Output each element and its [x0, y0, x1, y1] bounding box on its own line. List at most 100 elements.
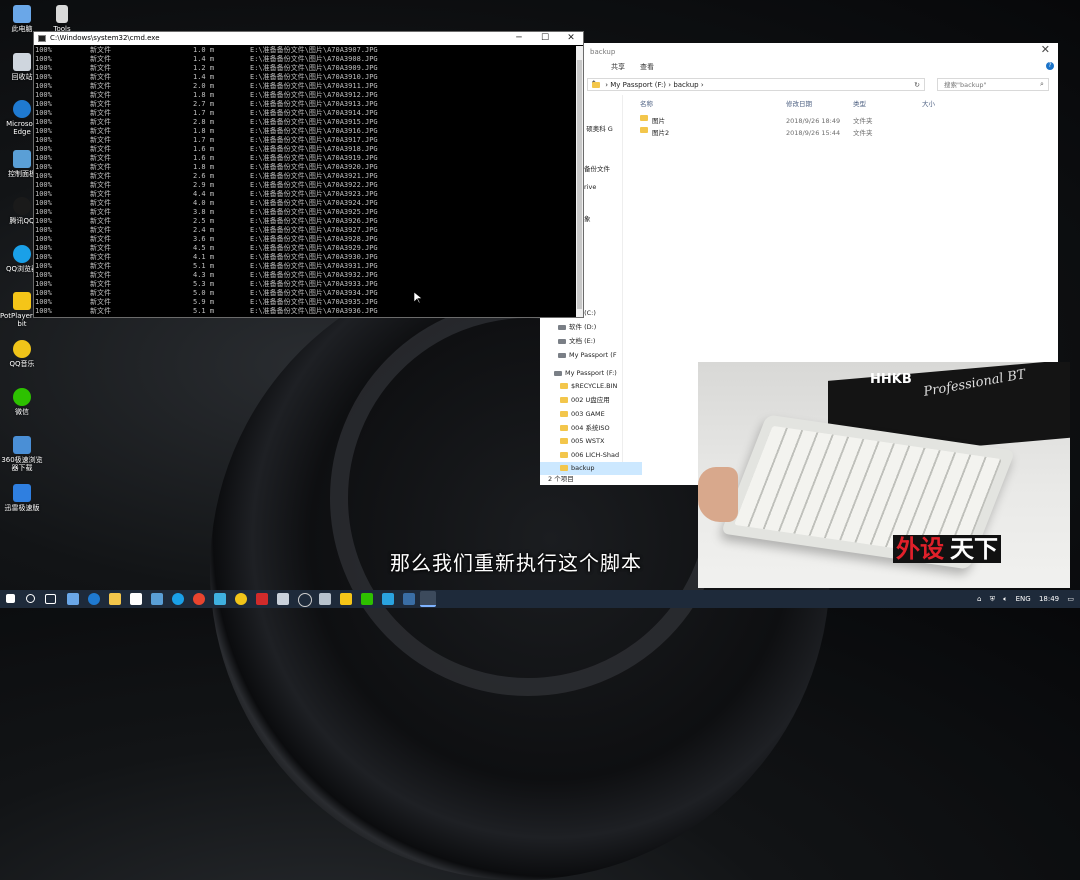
breadcrumb-drive[interactable]: My Passport (F:) [610, 81, 666, 89]
language-indicator[interactable]: ENG [1016, 595, 1031, 603]
cmd-output-line: 100% 新文件 4.0 m E:\准备备份文件\图片\A70A3924.JPG [35, 199, 575, 208]
desktop-icon-this-pc[interactable]: 此电脑 [0, 5, 44, 33]
close-icon[interactable]: ✕ [1041, 41, 1050, 59]
copy-status: 新文件 [90, 73, 111, 81]
copy-status: 新文件 [90, 190, 111, 198]
cmd-output-line: 100% 新文件 1.4 m E:\准备备份文件\图片\A70A3908.JPG [35, 55, 575, 64]
file-size: 2.5 m [193, 217, 215, 225]
search-input[interactable]: 搜索"backup" [937, 78, 1049, 91]
taskbar-app-icon[interactable] [256, 593, 268, 605]
nav-item-folder[interactable]: 003 GAME [540, 408, 642, 421]
nav-item-drive-d[interactable]: 软件 (D:) [540, 321, 640, 334]
network-icon[interactable]: ⌂ [977, 595, 981, 603]
taskbar-app-icon[interactable] [277, 593, 289, 605]
copy-status: 新文件 [90, 199, 111, 207]
qq-browser-icon[interactable] [172, 593, 184, 605]
system-tray: ⌂ ⛨ 🔈︎ ENG 18:49 ▭ [971, 590, 1074, 608]
desktop-icon-qq-music[interactable]: QQ音乐 [0, 340, 44, 368]
ribbon-tab-share[interactable]: 共享 [611, 61, 625, 73]
file-size: 1.0 m [193, 46, 215, 54]
wechat-icon [13, 388, 31, 406]
nav-item-folder[interactable]: 004 系统ISO [540, 422, 642, 435]
file-row[interactable]: 图片2 2018/9/26 15:44 文件夹 [636, 127, 936, 139]
nav-item-folder[interactable]: 002 U盘应用 [540, 394, 642, 407]
file-size: 1.8 m [193, 163, 215, 171]
taskbar-app-icon[interactable] [214, 593, 226, 605]
qq-music-icon[interactable] [235, 593, 247, 605]
copy-percent: 100% [35, 208, 52, 216]
store-icon[interactable] [130, 593, 142, 605]
taskbar-app-icon[interactable] [298, 593, 312, 607]
cmd-output[interactable]: 100% 新文件 1.0 m E:\准备备份文件\图片\A70A3907.JPG 100… [35, 46, 575, 317]
search-icon[interactable] [26, 594, 35, 603]
taskbar-app-icon[interactable] [361, 593, 373, 605]
maximize-icon[interactable]: ☐ [535, 32, 555, 45]
nav-item-drive-f[interactable]: My Passport (F [540, 349, 640, 362]
edge-icon[interactable] [88, 593, 100, 605]
nav-item-folder[interactable]: 006 LICH-Shad [540, 449, 642, 462]
cmd-taskbar-icon[interactable] [420, 591, 436, 607]
steam-icon[interactable] [403, 593, 415, 605]
notification-icon[interactable]: ▭ [1067, 595, 1074, 603]
nav-item-folder[interactable]: $RECYCLE.BIN [540, 380, 642, 393]
cmd-output-line: 100% 新文件 1.4 m E:\准备备份文件\图片\A70A3910.JPG [35, 73, 575, 82]
file-size: 1.6 m [193, 145, 215, 153]
volume-icon[interactable]: 🔈︎ [1003, 595, 1007, 603]
address-bar[interactable]: › My Passport (F:) › backup › ↻ [587, 78, 925, 91]
video-watermark: 梨视频 [915, 44, 979, 66]
nav-item[interactable]: 3 硕奥科 G [580, 123, 620, 136]
column-header-type[interactable]: 类型 [853, 98, 866, 108]
start-windows-icon[interactable] [6, 594, 15, 603]
nav-item[interactable]: rive [584, 181, 620, 194]
desktop-icon-wechat[interactable]: 微信 [0, 388, 44, 416]
nav-item[interactable]: 备份文件 [584, 163, 620, 176]
column-header-date[interactable]: 修改日期 [786, 98, 812, 108]
desktop-icon-xunlei[interactable]: 迅雷极速版 [0, 484, 44, 512]
file-name: 图片 [652, 117, 665, 125]
explorer-titlebar[interactable]: backup ✕ [540, 43, 1058, 61]
copy-percent: 100% [35, 298, 52, 306]
copy-percent: 100% [35, 235, 52, 243]
file-explorer-icon[interactable] [109, 593, 121, 605]
copy-status: 新文件 [90, 136, 111, 144]
taskbar-app-icon[interactable] [67, 593, 79, 605]
nav-item-folder[interactable]: 005 WSTX [540, 435, 642, 448]
ribbon-tab-view[interactable]: 查看 [640, 61, 654, 73]
control-panel-icon [13, 150, 31, 168]
cmd-scrollbar[interactable] [576, 46, 583, 317]
taskbar-app-icon[interactable] [151, 593, 163, 605]
column-header-name[interactable]: 名称 [640, 98, 653, 108]
explorer-ribbon: 共享 查看 ? [540, 61, 1058, 73]
telegram-icon[interactable] [382, 593, 394, 605]
nav-item-drive-e[interactable]: 文档 (E:) [540, 335, 640, 348]
taskbar-app-icon[interactable] [319, 593, 331, 605]
console-icon [38, 35, 46, 42]
help-icon[interactable]: ? [1046, 62, 1054, 70]
cmd-output-line: 100% 新文件 1.7 m E:\准备备份文件\图片\A70A3917.JPG [35, 136, 575, 145]
chrome-icon[interactable] [193, 593, 205, 605]
folder-icon [592, 82, 600, 88]
nav-item[interactable]: 象 [584, 213, 620, 226]
file-path: E:\准备备份文件\图片\A70A3909.JPG [250, 64, 378, 72]
clock[interactable]: 18:49 [1039, 595, 1059, 603]
copy-percent: 100% [35, 199, 52, 207]
minimize-icon[interactable]: ─ [509, 32, 529, 45]
cmd-window[interactable]: C:\Windows\system32\cmd.exe ─ ☐ ✕ 100% 新文… [33, 31, 584, 318]
breadcrumb-folder[interactable]: backup [673, 81, 698, 89]
nav-item-my-passport[interactable]: My Passport (F:) [540, 367, 636, 380]
task-view-icon[interactable] [45, 594, 56, 604]
file-row[interactable]: 图片 2018/9/26 18:49 文件夹 [636, 115, 936, 127]
cmd-output-line: 100% 新文件 1.0 m E:\准备备份文件\图片\A70A3907.JPG [35, 46, 575, 55]
cmd-titlebar[interactable]: C:\Windows\system32\cmd.exe ─ ☐ ✕ [34, 32, 583, 45]
desktop-icon-360-browser[interactable]: 360极速浏览器下载 [0, 436, 44, 472]
refresh-icon[interactable]: ↻ [914, 79, 920, 92]
scrollbar-thumb[interactable] [577, 60, 582, 309]
copy-status: 新文件 [90, 208, 111, 216]
close-icon[interactable]: ✕ [561, 32, 581, 45]
shield-icon[interactable]: ⛨ [990, 595, 995, 603]
desktop-icon-tools[interactable]: Tools [42, 5, 82, 33]
potplayer-icon[interactable] [340, 593, 352, 605]
column-header-size[interactable]: 大小 [922, 98, 935, 108]
copy-percent: 100% [35, 91, 52, 99]
file-path: E:\准备备份文件\图片\A70A3932.JPG [250, 271, 378, 279]
